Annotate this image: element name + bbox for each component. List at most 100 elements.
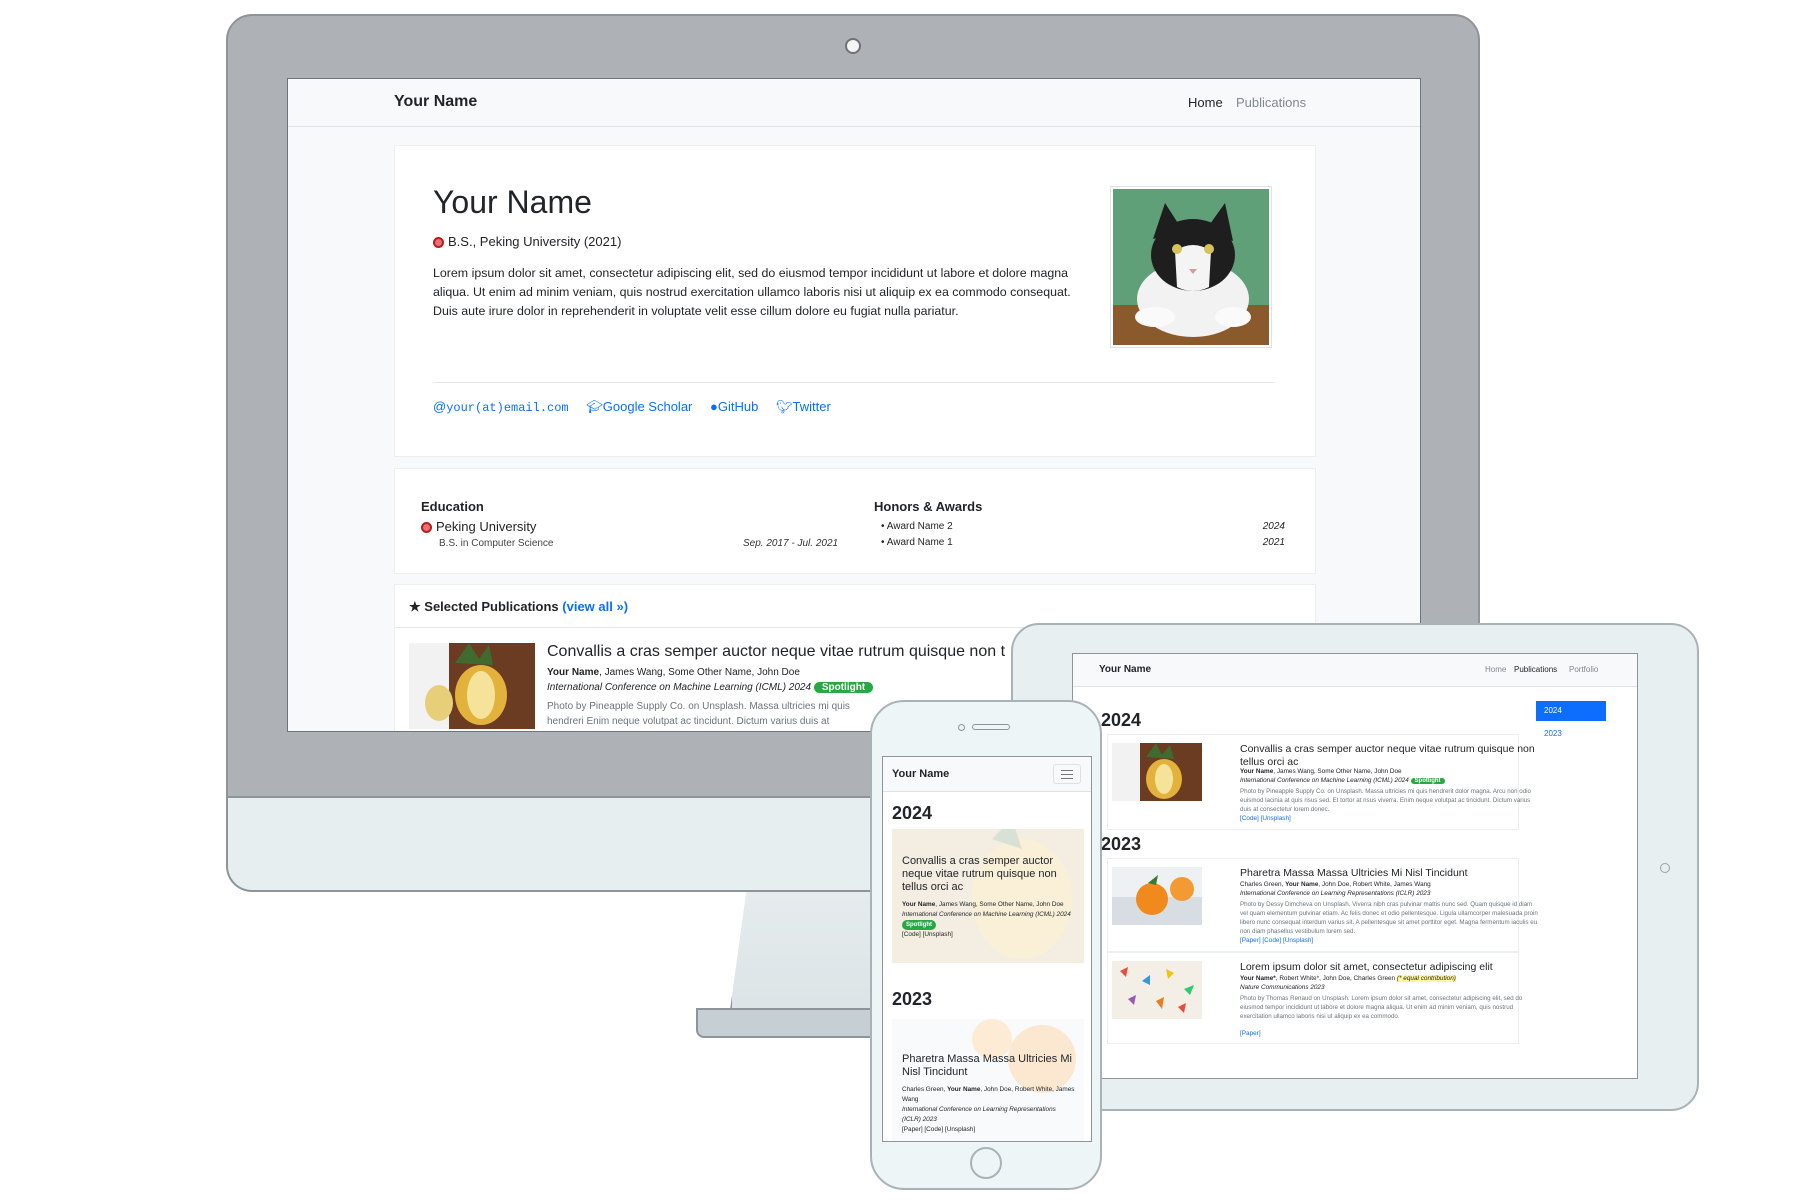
phone-home-button — [970, 1147, 1002, 1179]
phone-screen: Your Name 2024 Convallis a cras semper a… — [882, 756, 1092, 1142]
github-link[interactable]: ●GitHub — [710, 399, 758, 414]
nav-publications[interactable]: Publications — [1236, 95, 1306, 110]
scholar-link[interactable]: 🎓︎Google Scholar — [586, 399, 692, 414]
publication-card: Convallis a cras semper auctor neque vit… — [892, 829, 1084, 963]
award-item: • Award Name 2 — [881, 521, 953, 532]
star-icon: ★ — [409, 599, 421, 614]
tablet-home-button — [1660, 863, 1670, 873]
github-icon: ● — [710, 399, 718, 414]
nav-home[interactable]: Home — [1485, 665, 1506, 674]
publication-links[interactable]: [Code] [Unsplash] — [902, 930, 1076, 940]
twitter-icon: 🐦︎ — [775, 399, 793, 414]
publication-description: Photo by Dessy Dimcheva on Unsplash. Viv… — [1240, 901, 1538, 935]
publication-venue: International Conference on Learning Rep… — [902, 1106, 1056, 1123]
publication-links[interactable]: [Paper] — [1240, 1030, 1261, 1037]
publication-content: Convallis a cras semper auctor neque vit… — [902, 855, 1076, 940]
publication-authors: Charles Green, Your Name, John Doe, Robe… — [902, 1086, 1075, 1103]
profile-photo — [1110, 186, 1272, 348]
brand[interactable]: Your Name — [892, 768, 949, 780]
view-all-link[interactable]: (view all ») — [562, 599, 628, 614]
publication-authors: Your Name, James Wang, Some Other Name, … — [547, 667, 800, 678]
publication-description: Photo by Thomas Renaud on Unsplash. Lore… — [1240, 995, 1523, 1020]
publication-title[interactable]: Convallis a cras semper auctor neque vit… — [902, 855, 1076, 894]
degree-text: B.S., Peking University (2021) — [448, 234, 622, 249]
university-logo-icon — [433, 237, 444, 248]
publication-links[interactable]: [Paper] [Code] [Unsplash] — [1240, 937, 1313, 944]
publication-card: Convallis a cras semper auctor neque vit… — [1107, 734, 1535, 830]
profile-card: Your Name B.S., Peking University (2021)… — [394, 145, 1316, 457]
tablet-screen: Your Name Home Publications Portfolio 20… — [1072, 653, 1638, 1079]
confetti-thumbnail — [1112, 961, 1202, 1019]
award-year: 2021 — [1262, 537, 1285, 548]
university-logo-icon — [421, 522, 432, 533]
spotlight-badge: Spotlight — [1410, 778, 1445, 784]
award-year: 2024 — [1262, 521, 1285, 532]
profile-bio: Lorem ipsum dolor sit amet, consectetur … — [433, 266, 1071, 318]
phone-speaker — [972, 724, 1010, 730]
publication-links[interactable]: [Paper] [Code] [Unsplash] — [902, 1125, 1076, 1135]
education-school: Peking University — [421, 519, 536, 534]
twitter-link[interactable]: 🐦︎Twitter — [776, 399, 831, 414]
publication-title[interactable]: Lorem ipsum dolor sit amet, consectetur … — [1240, 961, 1540, 974]
tablet-navbar: Your Name Home Publications Portfolio — [1073, 654, 1637, 687]
navbar: Your Name Home Publications — [288, 79, 1420, 127]
publication-title[interactable]: Pharetra Massa Massa Ultricies Mi Nisl T… — [902, 1053, 1076, 1079]
education-awards-card: Education Peking University B.S. in Comp… — [394, 468, 1316, 574]
orange-thumbnail — [1112, 867, 1202, 925]
sidebar-item-2023[interactable]: 2023 — [1544, 729, 1562, 738]
hamburger-menu-icon[interactable] — [1053, 764, 1081, 784]
phone-navbar: Your Name — [883, 757, 1091, 792]
awards-heading: Honors & Awards — [874, 499, 983, 514]
spotlight-badge: Spotlight — [813, 682, 874, 693]
phone-device: Your Name 2024 Convallis a cras semper a… — [870, 700, 1102, 1190]
publication-venue: Nature Communications 2023 — [1240, 984, 1325, 991]
publication-title[interactable]: Convallis a cras semper auctor neque vit… — [1240, 743, 1540, 769]
publication-title[interactable]: Convallis a cras semper auctor neque vit… — [547, 643, 1005, 661]
publications-header: ★ Selected Publications (view all ») — [395, 585, 1315, 628]
email-link[interactable]: @your(at)email.com — [433, 399, 569, 415]
education-heading: Education — [421, 499, 484, 514]
publication-authors: Your Name, James Wang, Some Other Name, … — [902, 901, 1064, 908]
at-icon: @ — [433, 399, 447, 414]
graduation-cap-icon: 🎓︎ — [586, 399, 603, 414]
cat-photo-icon — [1113, 189, 1269, 345]
publications-heading: ★ Selected Publications (view all ») — [409, 599, 629, 614]
nav-portfolio[interactable]: Portfolio — [1569, 665, 1598, 674]
publication-links[interactable]: [Code] [Unsplash] — [1240, 815, 1291, 822]
year-heading: 2023 — [892, 989, 933, 1009]
publication-venue: International Conference on Machine Lear… — [547, 682, 874, 693]
profile-degree: B.S., Peking University (2021) — [433, 234, 621, 249]
divider — [433, 382, 1275, 383]
year-heading: 2023 — [1101, 834, 1142, 854]
publication-authors: Charles Green, Your Name, John Doe, Robe… — [1240, 881, 1431, 888]
publication-card: Pharetra Massa Massa Ultricies Mi Nisl T… — [892, 1019, 1084, 1141]
double-chevron-right-icon: » — [616, 599, 624, 614]
camera-icon — [845, 38, 861, 54]
publication-venue: International Conference on Learning Rep… — [1240, 890, 1431, 897]
nav-home[interactable]: Home — [1188, 95, 1223, 110]
award-item: • Award Name 1 — [881, 537, 953, 548]
publication-content: Pharetra Massa Massa Ultricies Mi Nisl T… — [902, 1053, 1076, 1135]
education-degree: B.S. in Computer Science — [439, 538, 554, 549]
year-heading: 2024 — [892, 803, 933, 823]
publication-description: Photo by Pineapple Supply Co. on Unsplas… — [547, 701, 850, 727]
sidebar-item-2024[interactable]: 2024 — [1536, 701, 1606, 721]
phone-camera-icon — [958, 724, 965, 731]
publication-description: Photo by Pineapple Supply Co. on Unsplas… — [1240, 788, 1531, 813]
publication-card: Lorem ipsum dolor sit amet, consectetur … — [1107, 952, 1522, 1044]
brand[interactable]: Your Name — [394, 93, 477, 111]
publication-authors: Your Name, James Wang, Some Other Name, … — [1240, 768, 1402, 775]
year-heading: 2024 — [1101, 710, 1142, 730]
education-dates: Sep. 2017 - Jul. 2021 — [743, 538, 839, 549]
publication-card: Pharetra Massa Massa Ultricies Mi Nisl T… — [1107, 858, 1538, 952]
nav-publications[interactable]: Publications — [1514, 665, 1557, 674]
spotlight-badge: Spotlight — [902, 920, 936, 930]
social-links: @your(at)email.com 🎓︎Google Scholar ●Git… — [433, 399, 845, 415]
publication-authors: Your Name*, Robert White*, John Doe, Cha… — [1240, 975, 1456, 982]
publication-venue: International Conference on Machine Lear… — [902, 911, 1071, 930]
pineapple-thumbnail — [1112, 743, 1202, 801]
publication-title[interactable]: Pharetra Massa Massa Ultricies Mi Nisl T… — [1240, 867, 1540, 880]
brand[interactable]: Your Name — [1099, 664, 1151, 675]
pineapple-thumbnail — [409, 643, 535, 729]
profile-name: Your Name — [433, 184, 592, 220]
